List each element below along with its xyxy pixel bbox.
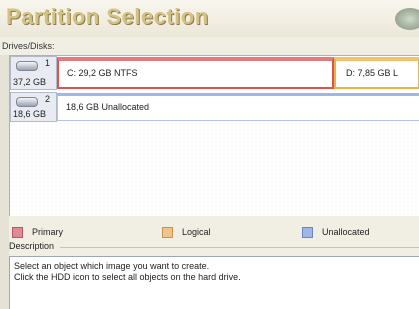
- partition-d[interactable]: D: 7,85 GB L: [334, 57, 419, 89]
- legend-label: Unallocated: [322, 227, 370, 237]
- primary-color-swatch: [12, 227, 23, 238]
- unallocated-color-swatch: [302, 227, 313, 238]
- app-logo-icon: [395, 8, 419, 30]
- disk-2-button[interactable]: 2 18,6 GB: [10, 92, 57, 122]
- legend-label: Logical: [182, 227, 211, 237]
- partition-c[interactable]: C: 29,2 GB NTFS: [57, 57, 334, 89]
- legend-label: Primary: [32, 227, 63, 237]
- header: Partition Selection: [0, 0, 419, 37]
- partition-label: D: 7,85 GB L: [346, 68, 399, 78]
- disk-number: 2: [44, 94, 50, 104]
- left-margin: [0, 55, 9, 309]
- disk-number: 1: [44, 58, 50, 68]
- partition-unallocated[interactable]: 18,6 GB Unallocated: [57, 93, 419, 121]
- page-title: Partition Selection: [6, 4, 209, 29]
- disk-1-button[interactable]: 1 37,2 GB: [10, 56, 57, 90]
- disk-size: 18,6 GB: [13, 109, 47, 119]
- description-box: Select an object which image you want to…: [9, 256, 419, 309]
- disk-size: 37,2 GB: [13, 77, 47, 87]
- description-line: Select an object which image you want to…: [14, 261, 210, 271]
- disk-map-panel: 1 37,2 GB C: 29,2 GB NTFS D: 7,85 GB L 2…: [9, 55, 419, 216]
- hard-disk-icon: [16, 97, 38, 107]
- description-divider: [60, 247, 419, 248]
- hard-disk-icon: [16, 61, 38, 71]
- partition-label: 18,6 GB Unallocated: [66, 102, 150, 112]
- logical-color-swatch: [162, 227, 173, 238]
- drives-disks-label: Drives/Disks:: [2, 41, 55, 51]
- description-line: Click the HDD icon to select all objects…: [14, 272, 241, 282]
- description-label: Description: [9, 241, 55, 251]
- partition-label: C: 29,2 GB NTFS: [67, 68, 138, 78]
